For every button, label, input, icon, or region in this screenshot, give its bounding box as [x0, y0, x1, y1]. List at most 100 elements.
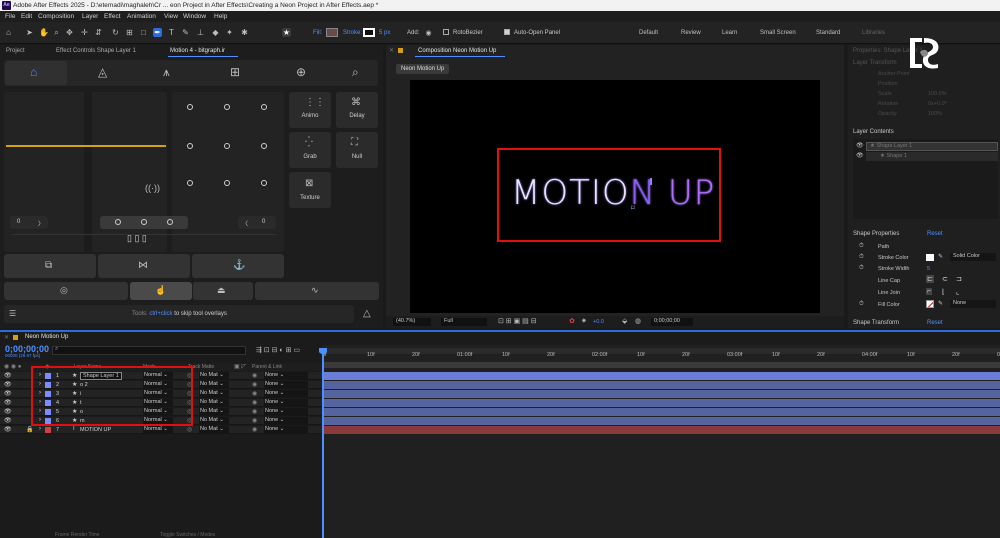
- pause-bars-icon[interactable]: ▯ ▯ ▯: [127, 233, 147, 244]
- parent-pickwhip-icon[interactable]: ◉: [252, 372, 257, 379]
- clone-stamp-tool-icon[interactable]: ⊥: [196, 28, 205, 37]
- broadcast-icon[interactable]: ((·)): [145, 183, 160, 193]
- tab-composition[interactable]: Composition Neon Motion Up: [418, 48, 496, 54]
- eyedropper-icon[interactable]: ✎: [938, 253, 943, 260]
- header-eye-icon[interactable]: ◉ ◉ ●: [4, 363, 21, 370]
- parent-dropdown[interactable]: None ⌄: [264, 426, 308, 433]
- workspace-libraries[interactable]: Libraries: [862, 30, 885, 36]
- brush-tool-icon[interactable]: ✎: [181, 28, 190, 37]
- visibility-eye-icon[interactable]: 👁: [4, 372, 12, 379]
- track-matte-dropdown[interactable]: No Mat ⌄: [199, 372, 229, 379]
- contents-eye-icon-2[interactable]: 👁: [856, 152, 864, 159]
- stopwatch-icon[interactable]: ⏱: [859, 265, 864, 272]
- timeline-search-input[interactable]: [52, 346, 246, 355]
- pen-anchor-point[interactable]: [650, 178, 652, 185]
- visibility-eye-icon[interactable]: 👁: [4, 399, 12, 406]
- menu-view[interactable]: View: [164, 13, 178, 20]
- toggle-switches-modes[interactable]: Toggle Switches / Modes: [160, 532, 215, 538]
- rectangle-tool-icon[interactable]: □: [139, 28, 148, 37]
- parent-pickwhip-icon[interactable]: ◉: [252, 426, 257, 433]
- menu-layer[interactable]: Layer: [82, 13, 98, 20]
- home-icon[interactable]: ⌂: [4, 28, 13, 37]
- search-icon[interactable]: ⌕: [352, 65, 359, 80]
- track-matte-dropdown[interactable]: No Mat ⌄: [199, 426, 229, 433]
- sliders-icon[interactable]: ☰: [9, 309, 16, 318]
- track-matte-dropdown[interactable]: No Mat ⌄: [199, 408, 229, 415]
- line-cap-square-icon[interactable]: ⊐: [956, 275, 962, 283]
- parent-pickwhip-icon[interactable]: ◉: [252, 390, 257, 397]
- work-area-bar[interactable]: [324, 348, 1000, 354]
- anchor-dot-tl[interactable]: [187, 104, 193, 110]
- stroke-swatch[interactable]: [363, 28, 375, 37]
- slider-dot-3[interactable]: [167, 219, 173, 225]
- stopwatch-icon[interactable]: ⏱: [859, 254, 864, 261]
- parent-pickwhip-icon[interactable]: ◉: [252, 399, 257, 406]
- transform-opacity[interactable]: Opacity: [878, 111, 897, 117]
- stopwatch-icon[interactable]: ⏱: [859, 243, 864, 250]
- menu-composition[interactable]: Composition: [38, 13, 74, 20]
- anchor-dot-bc[interactable]: [224, 180, 230, 186]
- workspace-default[interactable]: Default: [639, 30, 658, 36]
- layer-transform-heading[interactable]: Layer Transform: [853, 60, 897, 66]
- parent-dropdown[interactable]: None ⌄: [264, 381, 308, 388]
- workspace-small-screen[interactable]: Small Screen: [760, 30, 796, 36]
- parent-dropdown[interactable]: None ⌄: [264, 408, 308, 415]
- dolly-tool-icon[interactable]: ⇵: [94, 28, 103, 37]
- droplet-icon[interactable]: ◬: [98, 65, 107, 79]
- transform-scale-value[interactable]: 100.0%: [928, 91, 947, 97]
- parent-pickwhip-icon[interactable]: ◉: [252, 408, 257, 415]
- stroke-label[interactable]: Stroke:: [343, 30, 362, 36]
- menu-help[interactable]: Help: [214, 13, 227, 20]
- matte-link-icon[interactable]: ◎: [187, 426, 192, 433]
- zoom-tool-icon[interactable]: ⌕: [52, 28, 61, 37]
- roto-brush-tool-icon[interactable]: ✦: [225, 28, 234, 37]
- viewer-timecode[interactable]: 0;00;00;00: [651, 318, 693, 326]
- eyedropper-icon[interactable]: ✎: [938, 300, 943, 307]
- timeline-close-icon[interactable]: ✕: [4, 334, 9, 341]
- line-join-round-icon[interactable]: ⌊: [942, 288, 945, 296]
- stroke-width-value[interactable]: 5 px: [379, 30, 390, 36]
- line-join-bevel-icon[interactable]: ⌞: [956, 288, 959, 296]
- auto-open-panel-checkbox[interactable]: [504, 29, 510, 35]
- layer-duration-bar[interactable]: [324, 408, 1000, 416]
- shape-properties-reset[interactable]: Reset: [927, 231, 943, 237]
- orbit-tool-icon[interactable]: ✥: [65, 28, 74, 37]
- menu-file[interactable]: File: [5, 13, 15, 20]
- parent-dropdown[interactable]: None ⌄: [264, 372, 308, 379]
- add-dropdown-icon[interactable]: ◉: [424, 29, 433, 38]
- anchor-dot-mc[interactable]: [224, 143, 230, 149]
- color-wheel-icon[interactable]: ✿: [569, 317, 575, 325]
- track-matte-dropdown[interactable]: No Mat ⌄: [199, 417, 229, 424]
- parent-pickwhip-icon[interactable]: ◉: [252, 417, 257, 424]
- selection-tool-icon[interactable]: ➤: [25, 28, 34, 37]
- type-tool-icon[interactable]: T: [167, 28, 176, 37]
- exposure-value[interactable]: +0.0: [593, 319, 604, 325]
- playhead[interactable]: [322, 350, 324, 538]
- workspace-learn[interactable]: Learn: [722, 30, 737, 36]
- layer-duration-bar[interactable]: [324, 417, 1000, 425]
- lock-icon[interactable]: ✕: [389, 47, 394, 54]
- track-matte-dropdown[interactable]: No Mat ⌄: [199, 381, 229, 388]
- col-matte-icons[interactable]: ▣ ◸: [234, 363, 246, 370]
- stroke-type-dropdown[interactable]: Solid Color: [950, 253, 996, 261]
- pan-behind-tool-icon[interactable]: ⊞: [125, 28, 134, 37]
- star-tool-icon[interactable]: ★: [282, 28, 291, 37]
- twirl-arrow-icon[interactable]: ›: [39, 426, 41, 432]
- layer-duration-bar[interactable]: [324, 426, 1000, 434]
- anchor-path-icon[interactable]: ⩚: [163, 65, 170, 80]
- fill-label[interactable]: Fill:: [313, 30, 322, 36]
- timeline-tab[interactable]: Neon Motion Up: [25, 334, 68, 340]
- transform-rotation-value[interactable]: 0x+0.0°: [928, 101, 947, 107]
- layer-color-label[interactable]: [45, 427, 51, 433]
- exposure-icon[interactable]: ✷: [581, 317, 587, 325]
- rotate-tool-icon[interactable]: ↻: [111, 28, 120, 37]
- puppet-tool-icon[interactable]: ✱: [240, 28, 249, 37]
- pan-tool-icon[interactable]: ✛: [80, 28, 89, 37]
- transform-position[interactable]: Position: [878, 81, 898, 87]
- anchor-dot-mr[interactable]: [261, 143, 267, 149]
- eraser-tool-icon[interactable]: ◆: [211, 28, 220, 37]
- workspace-review[interactable]: Review: [681, 30, 701, 36]
- line-cap-butt-icon[interactable]: ⊏: [926, 275, 934, 283]
- rotobezier-checkbox[interactable]: [443, 29, 449, 35]
- crosshair-icon[interactable]: ⊕: [296, 65, 306, 79]
